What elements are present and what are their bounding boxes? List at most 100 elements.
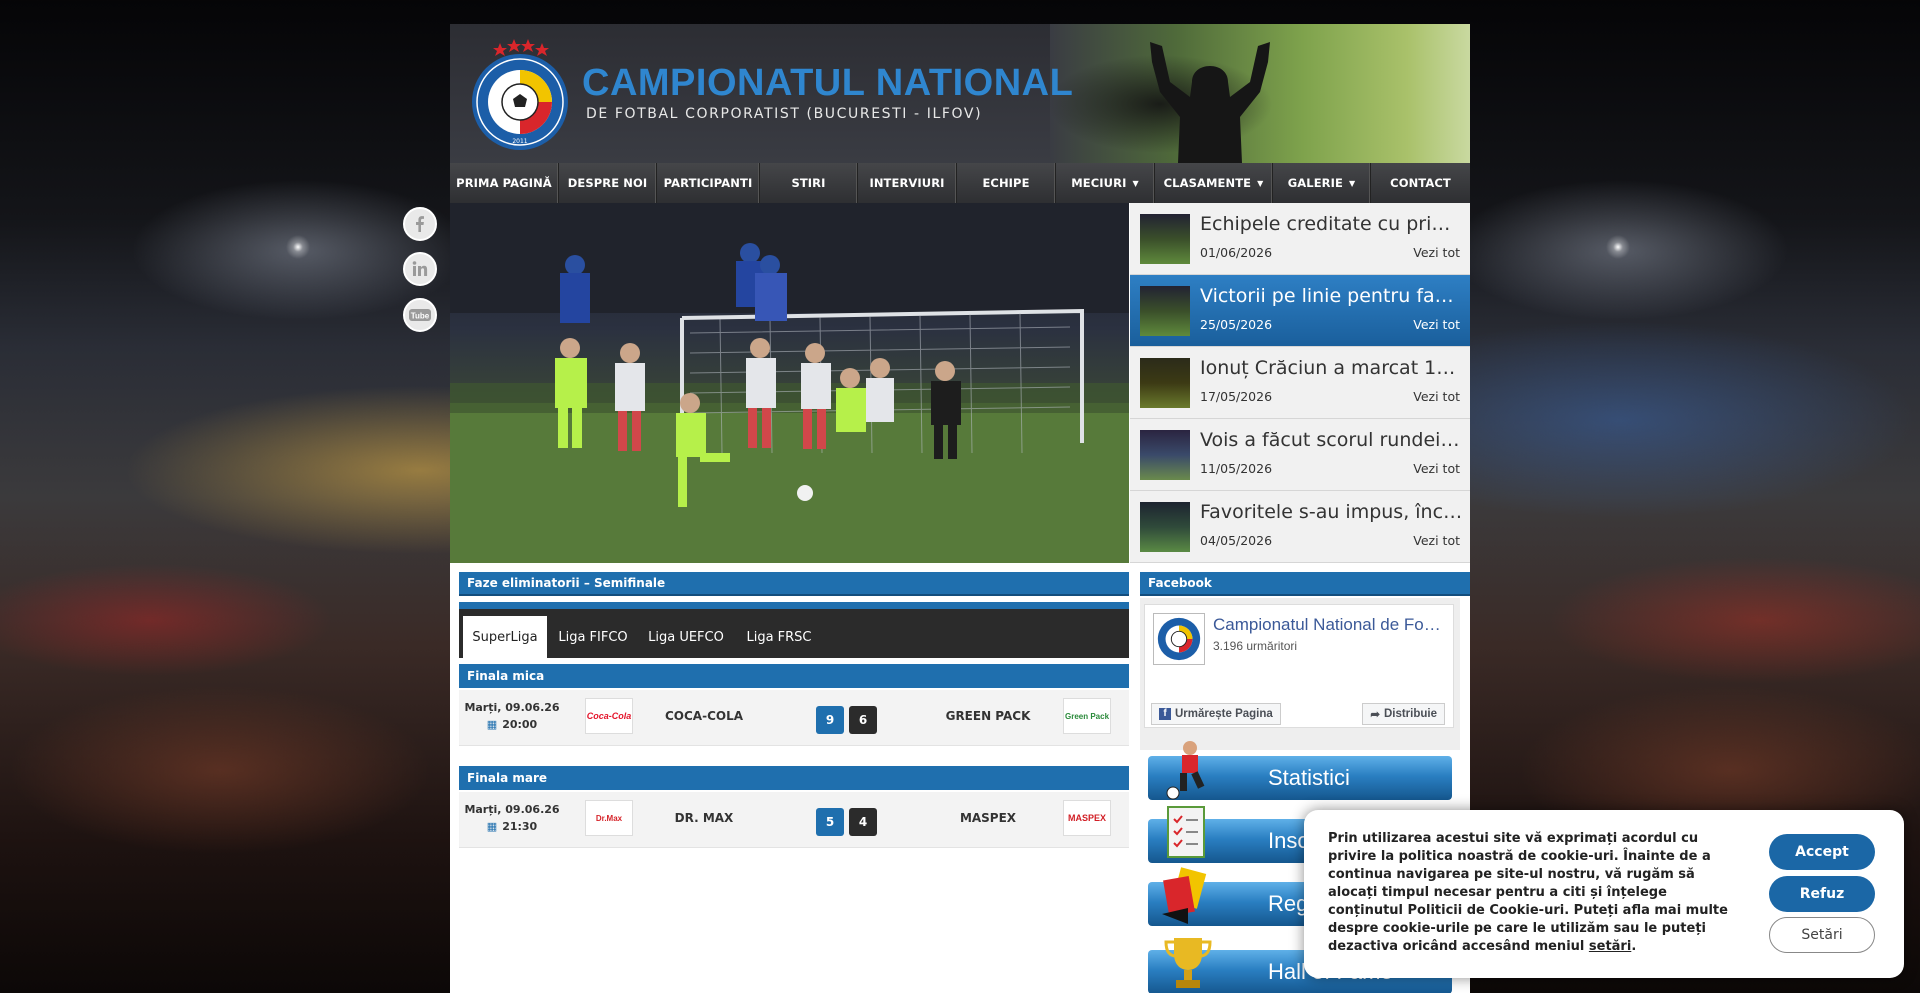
view-all-link[interactable]: Vezi tot <box>1413 533 1460 548</box>
team-logo-home: Dr.Max <box>585 800 633 836</box>
page-avatar <box>1153 613 1205 665</box>
facebook-icon: f <box>1159 708 1171 720</box>
facebook-section-title: Facebook <box>1140 572 1470 596</box>
news-item[interactable]: Vois a făcut scorul rundei in… 11/05/202… <box>1130 419 1470 491</box>
view-all-link[interactable]: Vezi tot <box>1413 317 1460 332</box>
cookie-consent-dialog: Prin utilizarea acestui site vă exprimaț… <box>1304 810 1904 978</box>
news-title: Favoritele s-au impus, înce… <box>1200 501 1464 523</box>
youtube-social-button[interactable]: Tube <box>403 298 437 332</box>
calendar-icon: ▦ <box>486 718 498 731</box>
news-item[interactable]: Echipele creditate cu prima… 01/06/2026 … <box>1130 203 1470 275</box>
championship-logo: 2011 <box>472 39 568 150</box>
news-item-active[interactable]: Victorii pe linie pentru favor… 25/05/20… <box>1130 275 1470 347</box>
match-date: Marți, 09.06.26 <box>464 803 560 816</box>
checklist-icon <box>1167 806 1205 858</box>
hero-slideshow-image[interactable] <box>450 203 1129 563</box>
news-date: 17/05/2026 <box>1200 389 1273 404</box>
news-thumbnail <box>1140 502 1190 552</box>
match-date: Marți, 09.06.26 <box>464 701 560 714</box>
news-title: Echipele creditate cu prima… <box>1200 213 1464 235</box>
match-group-title: Finala mare <box>459 766 1129 790</box>
nav-item-despre-noi[interactable]: DESPRE NOI <box>559 163 657 203</box>
facebook-page-card: Campionatul National de Fotbal Corporati… <box>1144 604 1454 728</box>
view-all-link[interactable]: Vezi tot <box>1413 389 1460 404</box>
score-away: 4 <box>849 808 877 836</box>
team-logo-away: MASPEX <box>1063 800 1111 836</box>
view-all-link[interactable]: Vezi tot <box>1413 245 1460 260</box>
match-row[interactable]: Marți, 09.06.26 ▦ 21:30 Dr.Max DR. MAX 5 … <box>459 792 1129 848</box>
news-title: Ionuț Crăciun a marcat 10 … <box>1200 357 1464 379</box>
news-thumbnail <box>1140 358 1190 408</box>
news-item[interactable]: Favoritele s-au impus, înce… 04/05/2026 … <box>1130 491 1470 563</box>
facebook-social-button[interactable] <box>403 207 437 241</box>
calendar-icon: ▦ <box>486 820 498 833</box>
site-subtitle: DE FOTBAL CORPORATIST (BUCURESTI - ILFOV… <box>586 106 983 122</box>
nav-item-clasamente[interactable]: CLASAMENTE ▼ <box>1155 163 1273 203</box>
nav-item-contact[interactable]: CONTACT <box>1371 163 1470 203</box>
news-thumbnail <box>1140 430 1190 480</box>
nav-item-stiri[interactable]: STIRI <box>760 163 858 203</box>
facebook-widget: Campionatul National de Fotbal Corporati… <box>1140 598 1460 750</box>
trophy-icon <box>1164 938 1212 988</box>
cookie-consent-text: Prin utilizarea acestui site vă exprimaț… <box>1328 831 1728 954</box>
chevron-down-icon: ▼ <box>1348 178 1356 188</box>
match-time: ▦ 21:30 <box>486 820 538 833</box>
tab-liga-fifco[interactable]: Liga FIFCO <box>551 616 635 658</box>
news-thumbnail <box>1140 286 1190 336</box>
news-title: Victorii pe linie pentru favor… <box>1200 285 1464 307</box>
score-home: 5 <box>816 808 844 836</box>
accept-button[interactable]: Accept <box>1769 834 1875 870</box>
match-row[interactable]: Marți, 09.06.26 ▦ 20:00 Coca-Cola COCA-CO… <box>459 690 1129 746</box>
follow-page-button[interactable]: f Urmărește Pagina <box>1151 703 1281 725</box>
match-time: ▦ 20:00 <box>486 718 538 731</box>
chevron-down-icon: ▼ <box>1132 178 1139 188</box>
facebook-followers: 3.196 urmăritori <box>1213 639 1298 653</box>
score-home: 9 <box>816 706 844 734</box>
news-date: 04/05/2026 <box>1200 533 1273 548</box>
chevron-down-icon: ▼ <box>1257 178 1264 188</box>
view-all-link[interactable]: Vezi tot <box>1413 461 1460 476</box>
nav-item-participanti[interactable]: PARTICIPANTI <box>657 163 760 203</box>
linkedin-icon <box>412 261 428 276</box>
logo-year: 2011 <box>512 138 527 145</box>
team-name-home: DR. MAX <box>674 811 734 825</box>
news-list: Echipele creditate cu prima… 01/06/2026 … <box>1130 203 1470 563</box>
facebook-icon <box>416 216 424 232</box>
nav-item-interviuri[interactable]: INTERVIURI <box>858 163 957 203</box>
team-name-home: COCA-COLA <box>664 709 744 723</box>
nav-item-prima-pagina[interactable]: PRIMA PAGINĂ <box>450 163 559 203</box>
news-date: 01/06/2026 <box>1200 245 1273 260</box>
news-title: Vois a făcut scorul rundei in… <box>1200 429 1464 451</box>
facebook-page-name[interactable]: Campionatul National de Fotbal Corporati… <box>1213 615 1443 635</box>
share-button[interactable]: ➦ Distribuie <box>1362 703 1445 725</box>
referee-cards-icon <box>1162 867 1207 924</box>
cookie-settings-button[interactable]: Setări <box>1769 917 1875 953</box>
youtube-icon: Tube <box>409 309 431 321</box>
team-name-away: MASPEX <box>959 811 1017 825</box>
team-logo-away: Green Pack <box>1063 698 1111 734</box>
banner-statistici[interactable]: Statistici <box>1148 741 1452 800</box>
tab-superliga[interactable]: SuperLiga <box>463 616 547 658</box>
nav-item-galerie[interactable]: GALERIE ▼ <box>1273 163 1371 203</box>
main-navigation: PRIMA PAGINĂ DESPRE NOI PARTICIPANTI STI… <box>450 163 1470 203</box>
team-logo-home: Coca-Cola <box>585 698 633 734</box>
football-player-icon <box>1166 741 1205 800</box>
cookie-settings-link[interactable]: setări <box>1589 939 1631 954</box>
news-thumbnail <box>1140 214 1190 264</box>
tab-liga-frsc[interactable]: Liga FRSC <box>737 616 821 658</box>
reject-button[interactable]: Refuz <box>1769 876 1875 912</box>
match-group-title: Finala mica <box>459 664 1129 688</box>
site-header: 2011 CAMPIONATUL NATIONAL DE FOTBAL CORP… <box>450 24 1470 163</box>
news-date: 11/05/2026 <box>1200 461 1273 476</box>
news-item[interactable]: Ionuț Crăciun a marcat 10 … 17/05/2026 V… <box>1130 347 1470 419</box>
nav-item-echipe[interactable]: ECHIPE <box>957 163 1056 203</box>
tab-liga-uefco[interactable]: Liga UEFCO <box>639 616 733 658</box>
score-away: 6 <box>849 706 877 734</box>
cheering-fan-silhouette <box>1150 42 1270 163</box>
league-tabs: SuperLiga Liga FIFCO Liga UEFCO Liga FRS… <box>459 602 1129 658</box>
nav-item-meciuri[interactable]: MECIURI ▼ <box>1056 163 1155 203</box>
share-icon: ➦ <box>1370 709 1380 721</box>
linkedin-social-button[interactable] <box>403 252 437 286</box>
matches-section-title: Faze eliminatorii – Semifinale <box>459 572 1129 596</box>
site-title: CAMPIONATUL NATIONAL <box>582 62 1074 104</box>
